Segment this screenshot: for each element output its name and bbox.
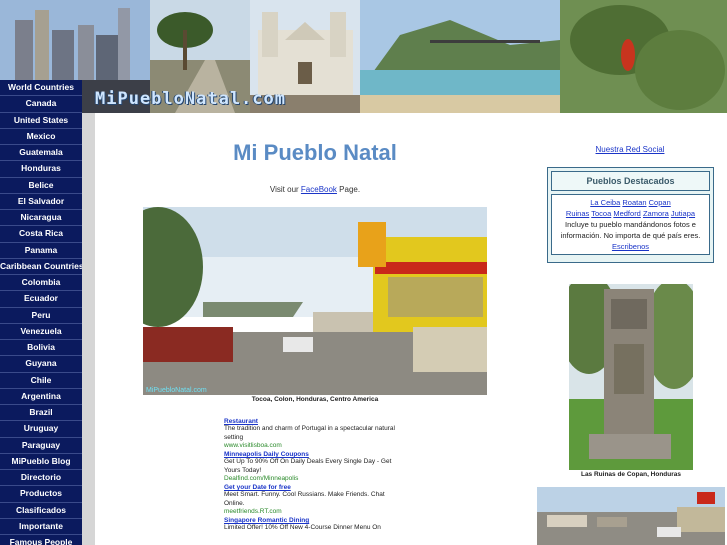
town-street-photo: MiPuebloNatal.com bbox=[143, 207, 487, 395]
facebook-invite: Visit our FaceBook Page. bbox=[140, 185, 490, 194]
ad-title-link[interactable]: Get your Date for free bbox=[224, 484, 404, 491]
nav-item-nicaragua[interactable]: Nicaragua bbox=[0, 210, 82, 227]
ad-description: Get Up To 90% Off On Daily Deals Every S… bbox=[224, 458, 392, 474]
nav-item-guatemala[interactable]: Guatemala bbox=[0, 145, 82, 162]
sponsored-links: Restaurant The tradition and charm of Por… bbox=[224, 416, 404, 533]
ad-title-link[interactable]: Minneapolis Daily Coupons bbox=[224, 451, 404, 458]
nav-item-brazil[interactable]: Brazil bbox=[0, 405, 82, 422]
nav-item-argentina[interactable]: Argentina bbox=[0, 389, 82, 405]
featured-town-link[interactable]: Zamora bbox=[643, 209, 669, 218]
nav-item-chile[interactable]: Chile bbox=[0, 373, 82, 389]
featured-town-link[interactable]: Roatan bbox=[622, 198, 646, 207]
nav-divider-strip bbox=[82, 113, 95, 545]
nav-item-productos[interactable]: Productos bbox=[0, 486, 82, 503]
featured-links-row: Ruinas Tocoa Medford Zamora Jutiapa bbox=[555, 208, 706, 219]
featured-text: Incluye tu pueblo mandándonos fotos e in… bbox=[560, 220, 701, 240]
nav-item-venezuela[interactable]: Venezuela bbox=[0, 324, 82, 340]
featured-town-link[interactable]: La Ceiba bbox=[590, 198, 620, 207]
nav-item-caribbean-countries[interactable]: Caribbean Countries bbox=[0, 259, 82, 275]
contact-link[interactable]: Escribenos bbox=[612, 242, 649, 251]
nav-item-united-states[interactable]: United States bbox=[0, 113, 82, 129]
site-title: MiPuebloNatal.com bbox=[95, 89, 286, 109]
photo-watermark: MiPuebloNatal.com bbox=[146, 387, 207, 394]
ad-description: Meet Smart. Funny. Cool Russians. Make F… bbox=[224, 491, 385, 507]
nav-item-importante[interactable]: Importante bbox=[0, 519, 82, 535]
nav-item-panama[interactable]: Panama bbox=[0, 243, 82, 259]
ad-url-link[interactable]: www.visitlisboa.com bbox=[224, 442, 404, 449]
nav-item-mexico[interactable]: Mexico bbox=[0, 129, 82, 145]
ad-title-link[interactable]: Singapore Romantic Dining bbox=[224, 517, 404, 524]
featured-links-row: La Ceiba Roatan Copan bbox=[555, 197, 706, 208]
facebook-link[interactable]: FaceBook bbox=[301, 185, 337, 194]
nav-item-paraguay[interactable]: Paraguay bbox=[0, 438, 82, 454]
featured-town-link[interactable]: Medford bbox=[613, 209, 641, 218]
featured-towns-body: La Ceiba Roatan Copan Ruinas Tocoa Medfo… bbox=[551, 194, 710, 255]
statue-photo-caption: Las Ruinas de Copan, Honduras bbox=[580, 471, 682, 478]
nav-item-honduras[interactable]: Honduras bbox=[0, 161, 82, 178]
nav-item-el-salvador[interactable]: El Salvador bbox=[0, 194, 82, 210]
main-photo-caption: Tocoa, Colon, Honduras, Centro America bbox=[251, 396, 379, 403]
header-banner: MiPuebloNatal.com bbox=[0, 0, 727, 113]
featured-town-link[interactable]: Ruinas bbox=[566, 209, 589, 218]
nav-item-clasificados[interactable]: Clasificados bbox=[0, 503, 82, 519]
featured-town-link[interactable]: Jutiapa bbox=[671, 209, 695, 218]
town-road-photo bbox=[537, 487, 725, 545]
featured-towns-title: Pueblos Destacados bbox=[551, 171, 710, 191]
ad-url-link[interactable]: meetfriends.RT.com bbox=[224, 508, 404, 515]
nav-item-mipueblo-blog[interactable]: MiPueblo Blog bbox=[0, 454, 82, 470]
nav-item-belice[interactable]: Belice bbox=[0, 178, 82, 194]
country-nav: World Countries Canada United States Mexico… bbox=[0, 80, 82, 545]
ad-url-link[interactable]: Dealfind.com/Minneapolis bbox=[224, 475, 404, 482]
ad-description: The tradition and charm of Portugal in a… bbox=[224, 425, 395, 441]
social-network-link[interactable]: Nuestra Red Social bbox=[547, 145, 713, 154]
nav-item-famous-people[interactable]: Famous People bbox=[0, 535, 82, 545]
nav-item-peru[interactable]: Peru bbox=[0, 308, 82, 324]
nav-item-colombia[interactable]: Colombia bbox=[0, 275, 82, 292]
nav-item-costa-rica[interactable]: Costa Rica bbox=[0, 226, 82, 243]
ad-description: Limited Offer! 10% Off New 4-Course Dinn… bbox=[224, 524, 381, 531]
nav-item-directorio[interactable]: Directorio bbox=[0, 470, 82, 487]
nav-item-canada[interactable]: Canada bbox=[0, 96, 82, 113]
nav-item-world-countries[interactable]: World Countries bbox=[0, 80, 82, 97]
nav-item-bolivia[interactable]: Bolivia bbox=[0, 340, 82, 357]
ad-title-link[interactable]: Restaurant bbox=[224, 418, 404, 425]
page-title: Mi Pueblo Natal bbox=[233, 140, 397, 165]
visit-prefix: Visit our bbox=[269, 185, 301, 194]
visit-suffix: Page. bbox=[336, 185, 361, 194]
featured-town-link[interactable]: Copan bbox=[649, 198, 671, 207]
nav-item-uruguay[interactable]: Uruguay bbox=[0, 421, 82, 438]
featured-towns-box: Pueblos Destacados La Ceiba Roatan Copan… bbox=[547, 167, 714, 263]
copan-stela-photo bbox=[569, 284, 693, 470]
nav-item-guyana[interactable]: Guyana bbox=[0, 356, 82, 373]
nav-item-ecuador[interactable]: Ecuador bbox=[0, 291, 82, 308]
featured-town-link[interactable]: Tocoa bbox=[591, 209, 611, 218]
